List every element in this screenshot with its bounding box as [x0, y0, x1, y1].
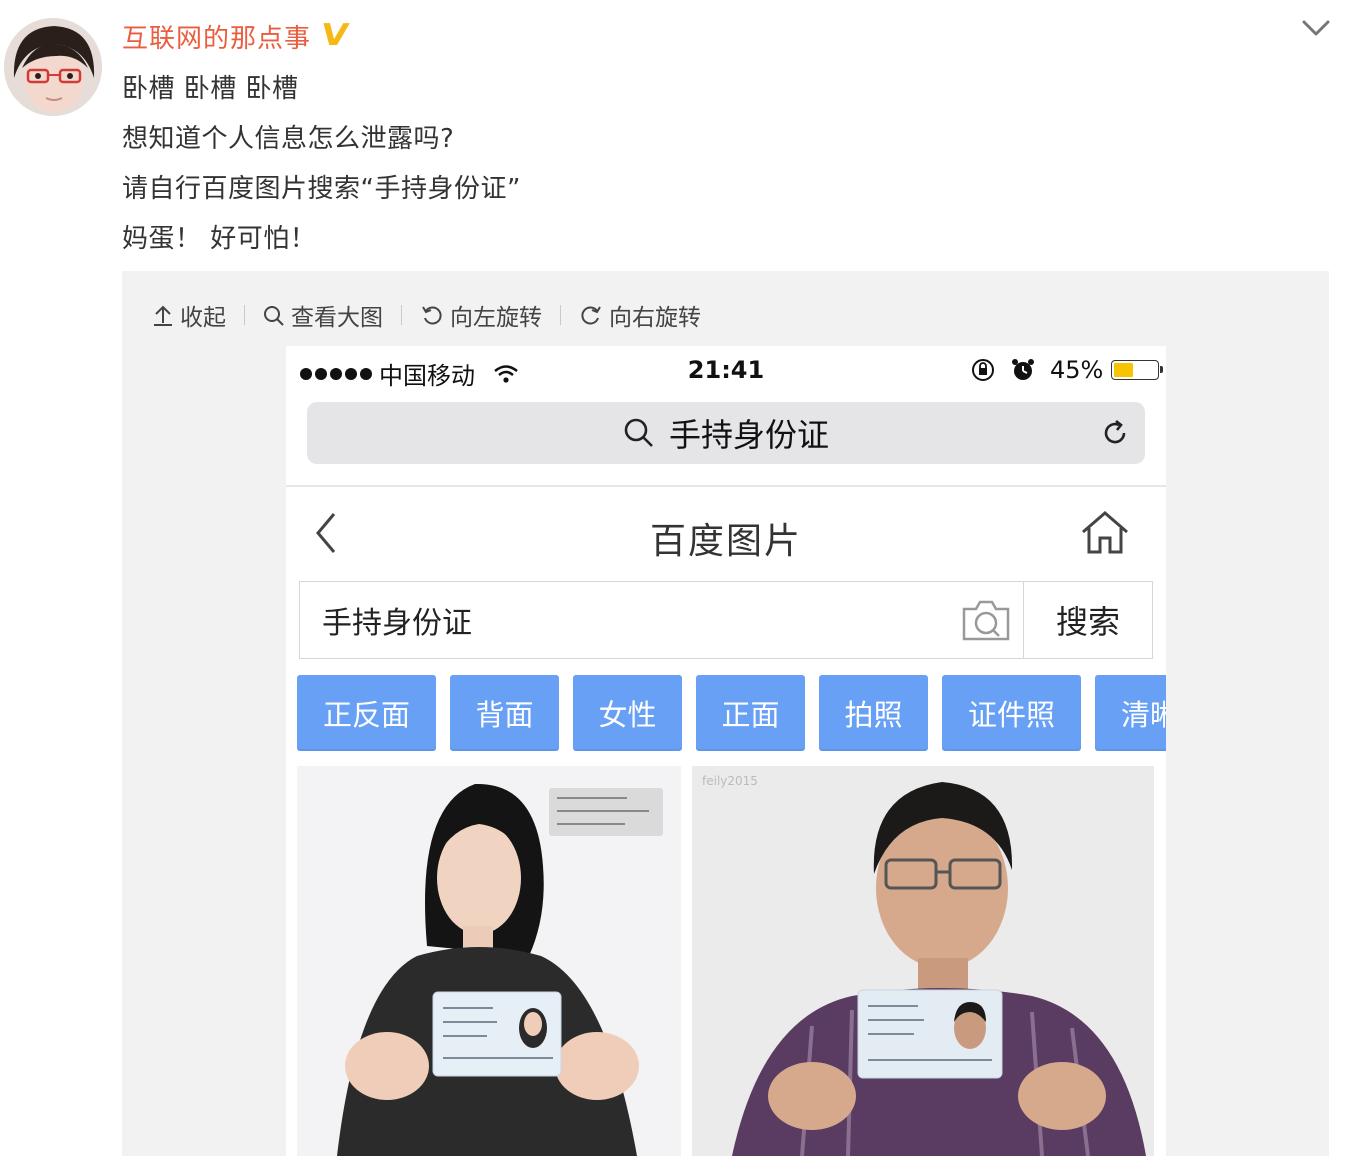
post-text-line-1: 卧槽 卧槽 卧槽 — [122, 74, 299, 104]
chevron-down-icon[interactable] — [1296, 10, 1336, 44]
verified-badge-icon: V — [318, 18, 351, 53]
battery-icon — [1111, 360, 1164, 380]
rotate-left-icon — [422, 306, 442, 325]
rotate-left-button[interactable]: 向左旋转 — [420, 298, 542, 332]
search-box: 搜索 — [299, 581, 1153, 659]
tag-paizhao[interactable]: 拍照 — [819, 675, 928, 751]
camera-icon — [962, 600, 1009, 641]
tag-beimian[interactable]: 背面 — [450, 675, 559, 751]
tag-zhengfanmian[interactable]: 正反面 — [297, 675, 436, 751]
camera-search-icon[interactable] — [948, 582, 1023, 658]
url-query: 手持身份证 — [668, 416, 829, 454]
rotate-right-icon — [581, 306, 601, 325]
post-author: 互联网的那点事 V — [122, 16, 351, 56]
tag-nvxing[interactable]: 女性 — [573, 675, 682, 751]
toolbar-divider — [244, 305, 245, 325]
rotate-left-label: 向左旋转 — [450, 305, 542, 331]
result-image[interactable] — [297, 766, 681, 1156]
refresh-icon[interactable] — [1099, 417, 1131, 449]
search-icon — [264, 306, 284, 326]
home-icon[interactable] — [1080, 510, 1130, 556]
search-button[interactable]: 搜索 — [1023, 582, 1152, 658]
post-text-line-4: 妈蛋！ 好可怕！ — [122, 224, 317, 254]
man-holding-id-image — [692, 766, 1154, 1156]
post-text-line-3: 请自行百度图片搜索“手持身份证” — [122, 174, 521, 204]
tag-row: 正反面 背面 女性 正面 拍照 证件照 清晰 — [297, 675, 1166, 751]
status-bar: 中国移动 21:41 45% — [286, 346, 1166, 396]
status-right: 45% — [970, 356, 1164, 384]
author-name[interactable]: 互联网的那点事 — [122, 18, 311, 55]
view-large-button[interactable]: 查看大图 — [263, 298, 383, 332]
result-image[interactable]: feily2015 — [692, 766, 1154, 1156]
toolbar-divider — [401, 305, 402, 325]
rotate-right-button[interactable]: 向右旋转 — [579, 298, 701, 332]
search-icon — [624, 418, 653, 447]
search-input[interactable] — [300, 582, 948, 658]
rotate-right-label: 向右旋转 — [609, 305, 701, 331]
woman-holding-id-image — [297, 766, 681, 1156]
nav-bar: 百度图片 — [286, 496, 1166, 576]
tag-qingxi[interactable]: 清晰 — [1095, 675, 1166, 751]
avatar[interactable] — [4, 18, 102, 116]
collapse-button[interactable]: 收起 — [152, 298, 226, 332]
battery-percent: 45% — [1050, 356, 1104, 384]
tag-zhengmian[interactable]: 正面 — [696, 675, 805, 751]
media-card: 收起 查看大图 向左旋转 向右旋转 中国移动 21:41 45% 手持身份证 百… — [122, 271, 1329, 1156]
upload-arrow-icon — [154, 305, 172, 326]
tag-zhengjianzhao[interactable]: 证件照 — [942, 675, 1081, 751]
media-toolbar: 收起 查看大图 向左旋转 向右旋转 — [152, 297, 701, 333]
url-bar-content: 手持身份证 — [307, 402, 1145, 464]
toolbar-divider — [560, 305, 561, 325]
image-watermark: feily2015 — [702, 774, 758, 788]
alarm-icon — [1012, 359, 1034, 380]
battery-level — [1114, 363, 1134, 377]
divider — [286, 485, 1166, 487]
post-text-line-2: 想知道个人信息怎么泄露吗? — [122, 124, 455, 154]
rotation-lock-icon — [972, 359, 994, 381]
browser-url-bar[interactable]: 手持身份证 — [307, 402, 1145, 464]
phone-screenshot: 中国移动 21:41 45% 手持身份证 百度图片 手持身份证 搜索 正反面 背… — [286, 346, 1166, 1156]
view-large-label: 查看大图 — [291, 305, 383, 331]
nav-title: 百度图片 — [649, 521, 802, 562]
collapse-label: 收起 — [180, 305, 226, 331]
